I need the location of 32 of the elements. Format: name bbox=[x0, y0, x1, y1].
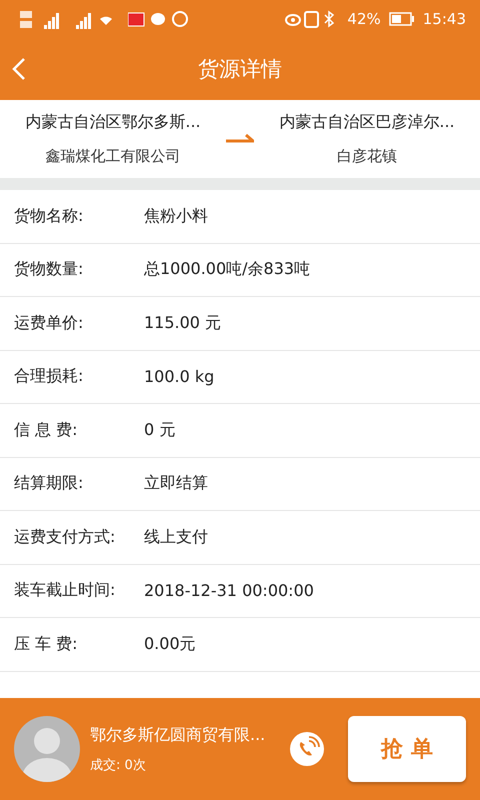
field-label: 信 息 费: bbox=[14, 420, 79, 441]
field-value: 115.00 元 bbox=[144, 312, 222, 334]
field-value: 线上支付 bbox=[144, 526, 208, 548]
clock-time: 15:43 bbox=[422, 10, 466, 28]
field-label: 运费支付方式: bbox=[14, 526, 116, 548]
avatar-icon bbox=[14, 716, 80, 782]
phone-icon[interactable] bbox=[290, 732, 324, 766]
field-value: 立即结算 bbox=[144, 473, 208, 494]
field-label: 运费单价: bbox=[14, 312, 84, 334]
grab-order-button[interactable]: 抢 单 bbox=[348, 716, 466, 782]
destination-region: 内蒙古自治区巴彦淖尔... bbox=[279, 112, 455, 133]
field-value: 0 元 bbox=[144, 420, 176, 441]
destination-place: 白彦花镇 bbox=[337, 147, 397, 166]
field-label: 货物数量: bbox=[14, 259, 84, 280]
page-title: 货源详情 bbox=[198, 56, 282, 83]
field-value: 100.0 kg bbox=[144, 367, 214, 386]
field-value: 总1000.00吨/余833吨 bbox=[144, 259, 310, 280]
field-value: 0.00元 bbox=[144, 634, 196, 655]
deal-count: 成交: 0次 bbox=[90, 756, 147, 774]
battery-icon bbox=[388, 12, 415, 26]
battery-percent: 42% bbox=[347, 10, 381, 28]
app-notification-icon bbox=[128, 10, 190, 28]
field-label: 压 车 费: bbox=[14, 634, 79, 655]
origin-place: 鑫瑞煤化工有限公司 bbox=[46, 147, 180, 166]
origin-region: 内蒙古自治区鄂尔多斯... bbox=[25, 112, 201, 133]
field-label: 装车截止时间: bbox=[14, 580, 116, 602]
field-label: 结算期限: bbox=[14, 473, 84, 494]
field-value: 2018-12-31 00:00:00 bbox=[144, 581, 314, 600]
field-label: 合理损耗: bbox=[14, 366, 84, 388]
field-value: 焦粉小料 bbox=[144, 206, 208, 227]
company-name: 鄂尔多斯亿圆商贸有限... bbox=[90, 724, 266, 746]
field-label: 货物名称: bbox=[14, 206, 84, 227]
